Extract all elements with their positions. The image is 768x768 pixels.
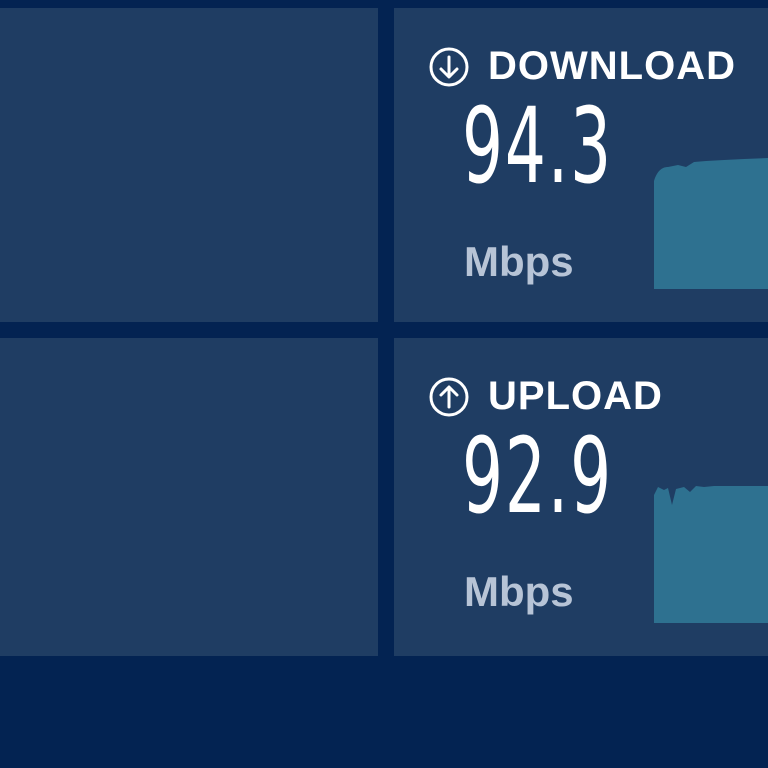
speed-test-screen: DOWNLOAD 94.3 Mbps UPLOAD 92.9 Mbps (0, 0, 768, 768)
upload-label: UPLOAD (488, 374, 663, 418)
download-speed-unit: Mbps (464, 238, 574, 285)
upload-header: UPLOAD (428, 374, 663, 419)
arrow-up-circle-icon (429, 377, 469, 416)
upload-panel: UPLOAD 92.9 Mbps (394, 338, 768, 656)
empty-panel-bottom-left (0, 338, 378, 656)
download-label: DOWNLOAD (488, 44, 736, 88)
empty-panel-top-left (0, 8, 378, 322)
upload-speed-graph (654, 486, 768, 623)
download-panel: DOWNLOAD 94.3 Mbps (394, 8, 768, 322)
arrow-down-circle-icon (429, 47, 469, 86)
download-header: DOWNLOAD (428, 44, 736, 89)
download-speed-graph (654, 158, 768, 289)
upload-speed-unit: Mbps (464, 568, 574, 615)
upload-speed-value: 92.9 (462, 415, 614, 537)
download-speed-value: 94.3 (462, 85, 614, 207)
